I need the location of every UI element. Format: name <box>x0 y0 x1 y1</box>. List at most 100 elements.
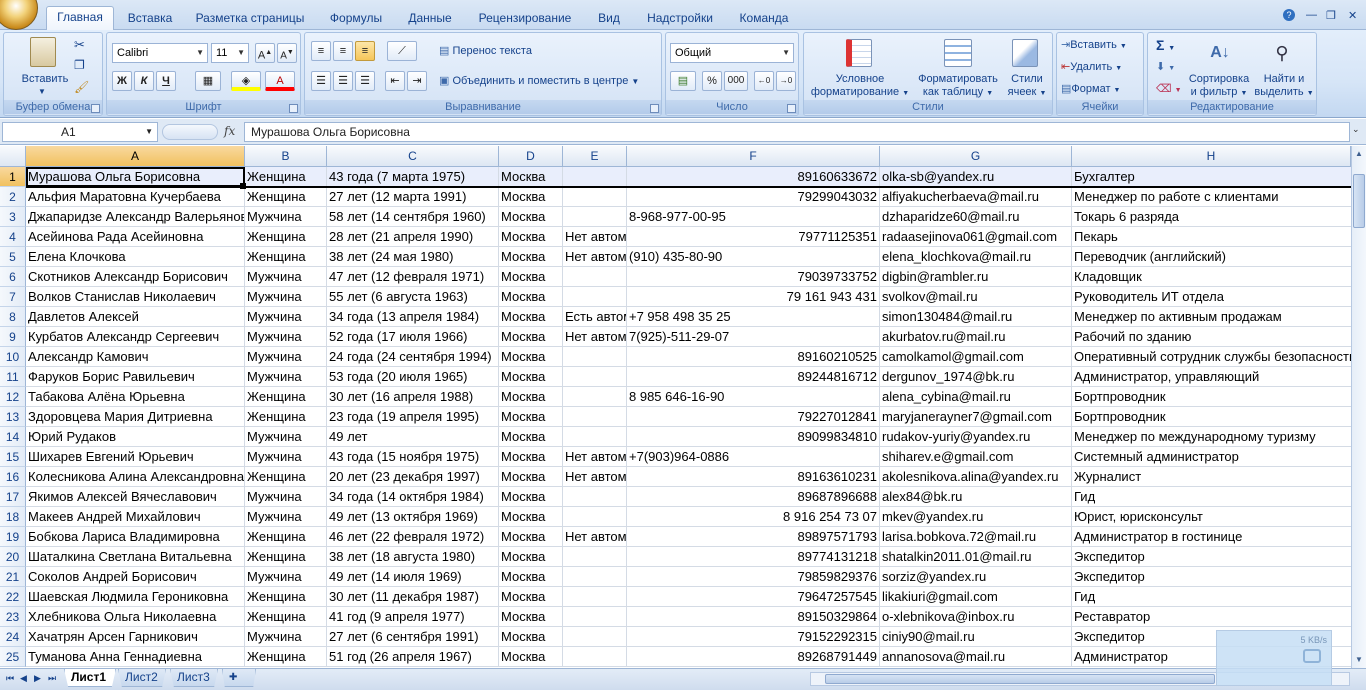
row-header[interactable]: 6 <box>0 267 26 287</box>
cell-e21[interactable] <box>563 567 627 587</box>
cell-c3[interactable]: 58 лет (14 сентября 1960) <box>327 207 499 227</box>
cell-f21[interactable]: 79859829376 <box>627 567 880 587</box>
number-launcher-icon[interactable] <box>787 104 796 113</box>
cell-h18[interactable]: Юрист, юрисконсульт <box>1072 507 1351 527</box>
cell-g24[interactable]: ciniy90@mail.ru <box>880 627 1072 647</box>
format-as-table-button[interactable]: Форматировать как таблицу ▼ <box>912 73 1004 100</box>
cell-b7[interactable]: Мужчина <box>245 287 327 307</box>
tab-page-layout[interactable]: Разметка страницы <box>194 8 306 30</box>
restore-icon[interactable]: ❐ <box>1326 9 1336 22</box>
select-all-button[interactable] <box>0 146 26 167</box>
orientation-icon[interactable]: ⟋ <box>387 41 417 61</box>
cell-b14[interactable]: Мужчина <box>245 427 327 447</box>
cell-a12[interactable]: Табакова Алёна Юрьевна <box>26 387 245 407</box>
cell-e24[interactable] <box>563 627 627 647</box>
decrease-decimal-icon[interactable]: →0 <box>776 71 796 91</box>
cell-g10[interactable]: camolkamol@gmail.com <box>880 347 1072 367</box>
align-left-icon[interactable]: ☰ <box>311 71 331 91</box>
cell-f13[interactable]: 79227012841 <box>627 407 880 427</box>
clear-icon[interactable]: ⌫ ▼ <box>1156 81 1182 99</box>
sheet-tab-2[interactable]: Лист2 <box>118 669 166 687</box>
column-header-e[interactable]: E <box>563 146 627 167</box>
cell-g9[interactable]: akurbatov.ru@mail.ru <box>880 327 1072 347</box>
align-top-icon[interactable]: ≡ <box>311 41 331 61</box>
align-center-icon[interactable]: ☰ <box>333 71 353 91</box>
sheet-tab-3[interactable]: Лист3 <box>170 669 218 687</box>
row-header[interactable]: 17 <box>0 487 26 507</box>
cell-c2[interactable]: 27 лет (12 марта 1991) <box>327 187 499 207</box>
cell-b5[interactable]: Женщина <box>245 247 327 267</box>
cell-e13[interactable] <box>563 407 627 427</box>
cell-c22[interactable]: 30 лет (11 декабря 1987) <box>327 587 499 607</box>
row-header[interactable]: 12 <box>0 387 26 407</box>
cell-d19[interactable]: Москва <box>499 527 563 547</box>
cell-d21[interactable]: Москва <box>499 567 563 587</box>
fill-color-icon[interactable]: ◈ <box>231 71 261 91</box>
office-button[interactable] <box>0 0 38 30</box>
cell-h17[interactable]: Гид <box>1072 487 1351 507</box>
cell-d1[interactable]: Москва <box>499 167 563 187</box>
cell-b2[interactable]: Женщина <box>245 187 327 207</box>
cell-f14[interactable]: 89099834810 <box>627 427 880 447</box>
cell-g12[interactable]: alena_cybina@mail.ru <box>880 387 1072 407</box>
decrease-indent-icon[interactable]: ⇤ <box>385 71 405 91</box>
cell-f3[interactable]: 8-968-977-00-95 <box>627 207 880 227</box>
cell-a5[interactable]: Елена Клочкова <box>26 247 245 267</box>
cell-f8[interactable]: +7 958 498 35 25 <box>627 307 880 327</box>
cell-e18[interactable] <box>563 507 627 527</box>
copy-icon[interactable]: ❐ <box>74 57 85 73</box>
cell-h8[interactable]: Менеджер по активным продажам <box>1072 307 1351 327</box>
cell-h14[interactable]: Менеджер по международному туризму <box>1072 427 1351 447</box>
cell-f15[interactable]: +7(903)964-0886 <box>627 447 880 467</box>
scroll-up-icon[interactable]: ▲ <box>1353 148 1365 160</box>
cell-f10[interactable]: 89160210525 <box>627 347 880 367</box>
clipboard-launcher-icon[interactable] <box>91 104 100 113</box>
sort-filter-button[interactable]: Сортировка и фильтр ▼ <box>1186 73 1252 100</box>
cell-d18[interactable]: Москва <box>499 507 563 527</box>
cell-g21[interactable]: sorziz@yandex.ru <box>880 567 1072 587</box>
next-sheet-icon[interactable]: ▶ <box>34 673 41 684</box>
cell-d17[interactable]: Москва <box>499 487 563 507</box>
column-header-d[interactable]: D <box>499 146 563 167</box>
cell-d24[interactable]: Москва <box>499 627 563 647</box>
shrink-font-icon[interactable]: A▼ <box>277 43 297 63</box>
cell-e15[interactable]: Нет автомобиля <box>563 447 627 467</box>
cell-d6[interactable]: Москва <box>499 267 563 287</box>
cell-c15[interactable]: 43 года (15 ноября 1975) <box>327 447 499 467</box>
row-header[interactable]: 24 <box>0 627 26 647</box>
number-format-select[interactable]: Общий ▼ <box>670 43 794 63</box>
row-header[interactable]: 13 <box>0 407 26 427</box>
cell-a16[interactable]: Колесникова Алина Александровна <box>26 467 245 487</box>
cell-d4[interactable]: Москва <box>499 227 563 247</box>
cell-a11[interactable]: Фаруков Борис Равильевич <box>26 367 245 387</box>
tab-team[interactable]: Команда <box>736 8 792 30</box>
percent-button[interactable]: % <box>702 71 722 91</box>
cell-a7[interactable]: Волков Станислав Николаевич <box>26 287 245 307</box>
cell-f20[interactable]: 89774131218 <box>627 547 880 567</box>
cell-b20[interactable]: Женщина <box>245 547 327 567</box>
cell-styles-button[interactable]: Стили ячеек ▼ <box>1004 73 1050 100</box>
scroll-down-icon[interactable]: ▼ <box>1353 654 1365 666</box>
borders-icon[interactable]: ▦ <box>195 71 221 91</box>
align-right-icon[interactable]: ☰ <box>355 71 375 91</box>
cell-b23[interactable]: Женщина <box>245 607 327 627</box>
cell-h21[interactable]: Экспедитор <box>1072 567 1351 587</box>
column-header-b[interactable]: B <box>245 146 327 167</box>
cell-a14[interactable]: Юрий Рудаков <box>26 427 245 447</box>
cell-h20[interactable]: Экспедитор <box>1072 547 1351 567</box>
cell-c13[interactable]: 23 года (19 апреля 1995) <box>327 407 499 427</box>
row-header[interactable]: 7 <box>0 287 26 307</box>
cell-c1[interactable]: 43 года (7 марта 1975) <box>327 167 499 187</box>
cell-h22[interactable]: Гид <box>1072 587 1351 607</box>
cell-g6[interactable]: digbin@rambler.ru <box>880 267 1072 287</box>
cell-d7[interactable]: Москва <box>499 287 563 307</box>
conditional-formatting-button[interactable]: Условное форматирование ▼ <box>806 73 914 100</box>
row-header[interactable]: 3 <box>0 207 26 227</box>
name-box[interactable]: A1 ▼ <box>2 122 158 142</box>
row-header[interactable]: 11 <box>0 367 26 387</box>
cell-e17[interactable] <box>563 487 627 507</box>
cell-g15[interactable]: shiharev.e@gmail.com <box>880 447 1072 467</box>
cell-f1[interactable]: 89160633672 <box>627 167 880 187</box>
cell-f11[interactable]: 89244816712 <box>627 367 880 387</box>
fill-icon[interactable]: ⬇ ▼ <box>1156 59 1175 77</box>
